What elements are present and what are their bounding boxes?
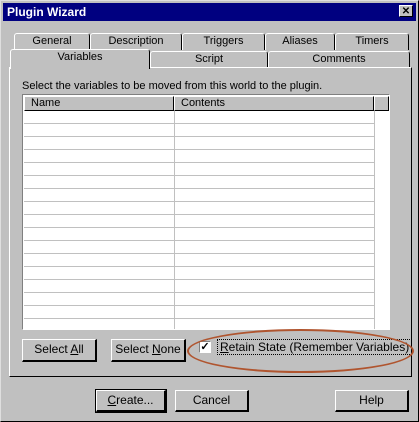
- column-header-name[interactable]: Name: [24, 96, 174, 111]
- tab-general[interactable]: General: [14, 33, 90, 50]
- variables-list[interactable]: Name Contents: [22, 94, 390, 330]
- retain-state-accel: R: [220, 340, 229, 354]
- select-all-label-post: ll: [78, 342, 84, 356]
- select-none-label-pre: Select: [115, 342, 152, 356]
- column-divider: [374, 111, 375, 329]
- list-grid-rows: [24, 111, 374, 329]
- select-none-accel: N: [151, 342, 161, 356]
- instructions-text: Select the variables to be moved from th…: [22, 80, 323, 92]
- create-accel: C: [107, 393, 117, 407]
- select-all-label-pre: Select: [34, 342, 71, 356]
- retain-state-check[interactable]: ✓: [199, 341, 211, 353]
- tab-triggers[interactable]: Triggers: [182, 33, 265, 50]
- retain-state-label: Retain State (Remember Variables): [217, 339, 413, 355]
- tab-script[interactable]: Script: [150, 51, 268, 68]
- retain-state-label-post: etain State (Remember Variables): [228, 340, 410, 354]
- retain-state-checkbox[interactable]: ✓ Retain State (Remember Variables): [199, 339, 413, 355]
- tab-timers[interactable]: Timers: [335, 33, 409, 50]
- create-button[interactable]: Create...: [95, 389, 167, 413]
- select-all-button[interactable]: Select All: [22, 339, 97, 362]
- title-bar[interactable]: Plugin Wizard ✕: [3, 3, 416, 21]
- help-button[interactable]: Help: [335, 390, 409, 412]
- tab-comments[interactable]: Comments: [268, 51, 410, 68]
- window-title: Plugin Wizard: [7, 5, 87, 19]
- checkmark-icon: ✓: [200, 341, 210, 353]
- tab-description[interactable]: Description: [90, 33, 182, 50]
- select-none-button[interactable]: Select None: [111, 339, 186, 362]
- tab-aliases[interactable]: Aliases: [265, 33, 335, 50]
- column-header-contents[interactable]: Contents: [174, 96, 374, 111]
- cancel-button[interactable]: Cancel: [175, 390, 249, 412]
- create-label-post: reate...: [116, 393, 154, 407]
- close-button[interactable]: ✕: [399, 5, 413, 17]
- column-header-filler: [374, 96, 389, 111]
- tab-variables[interactable]: Variables: [10, 49, 150, 69]
- select-none-label-post: one: [160, 342, 181, 356]
- plugin-wizard-window: Plugin Wizard ✕ General Description Trig…: [0, 0, 419, 422]
- column-divider: [174, 111, 175, 329]
- close-icon: ✕: [401, 6, 411, 17]
